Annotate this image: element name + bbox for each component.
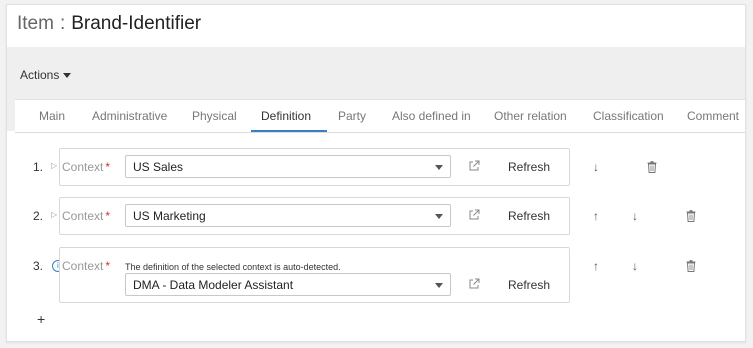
item-card: Item: Brand-Identifier Actions Main Admin… [6,4,746,342]
active-tab-indicator [251,130,327,132]
context-box: Context * US Marketing Refresh [59,197,570,235]
title-item-name: Brand-Identifier [71,13,202,34]
tab-main[interactable]: Main [39,109,65,123]
context-row-2: 2. ▷ Context * US Marketing Refresh ↑ ↓ [7,197,745,237]
context-label-text: Context [62,160,104,174]
tab-administrative[interactable]: Administrative [92,109,167,123]
arrow-down-icon[interactable]: ↓ [593,160,599,174]
triangle-right-icon[interactable]: ▷ [51,210,57,219]
context-label-text: Context [62,259,104,273]
chevron-down-icon [435,165,443,170]
page-title: Item: Brand-Identifier [17,13,201,35]
external-link-icon[interactable] [468,209,480,221]
context-select-value: DMA - Data Modeler Assistant [133,278,294,292]
tab-physical[interactable]: Physical [192,109,237,123]
trash-icon[interactable] [647,161,657,173]
required-mark: * [105,209,111,223]
arrow-down-icon[interactable]: ↓ [632,209,638,223]
tab-bar: Main Administrative Physical Definition … [15,99,745,133]
refresh-button[interactable]: Refresh [508,209,550,223]
trash-icon[interactable] [686,260,696,272]
tab-comment[interactable]: Comment [687,109,739,123]
context-row-1: 1. ▷ Context * US Sales Refresh ↓ [7,148,745,188]
auto-detected-note: The definition of the selected context i… [125,262,341,272]
context-select[interactable]: US Marketing [125,204,451,227]
arrow-up-icon[interactable]: ↑ [593,209,599,223]
title-item-label: Item [17,13,54,34]
trash-icon[interactable] [686,210,696,222]
tab-other-relation[interactable]: Other relation [494,109,567,123]
context-label-text: Context [62,209,104,223]
add-context-button[interactable]: + [37,311,45,327]
chevron-down-icon [435,283,443,288]
external-link-icon[interactable] [468,278,480,290]
tabs-area: Main Administrative Physical Definition … [7,99,745,133]
context-label: Context * [62,259,110,273]
toolbar: Actions [7,47,745,99]
row-number: 2. [33,209,44,223]
context-label: Context * [62,209,110,223]
actions-label: Actions [20,68,60,82]
required-mark: * [105,259,111,273]
context-select[interactable]: DMA - Data Modeler Assistant [125,273,451,296]
caret-down-icon [63,73,72,79]
arrow-up-icon[interactable]: ↑ [593,259,599,273]
context-box: Context * US Sales Refresh [59,148,570,186]
context-label: Context * [62,160,110,174]
tab-classification[interactable]: Classification [593,109,664,123]
actions-menu-button[interactable]: Actions [20,68,72,82]
tab-definition[interactable]: Definition [261,109,311,123]
context-select-value: US Sales [133,160,184,174]
refresh-button[interactable]: Refresh [508,160,550,174]
refresh-button[interactable]: Refresh [508,278,550,292]
external-link-icon[interactable] [468,160,480,172]
tab-party[interactable]: Party [338,109,366,123]
page-header: Item: Brand-Identifier [7,5,745,47]
chevron-down-icon [435,214,443,219]
context-row-3: 3. i Context * The definition of the sele… [7,247,745,303]
context-box: Context * The definition of the selected … [59,247,570,303]
required-mark: * [105,160,111,174]
context-select[interactable]: US Sales [125,155,451,178]
context-select-value: US Marketing [133,209,206,223]
title-separator: : [59,13,66,34]
row-number: 3. [33,259,44,273]
tab-also-defined-in[interactable]: Also defined in [392,109,471,123]
arrow-down-icon[interactable]: ↓ [632,259,638,273]
triangle-right-icon[interactable]: ▷ [51,161,57,170]
row-number: 1. [33,160,44,174]
